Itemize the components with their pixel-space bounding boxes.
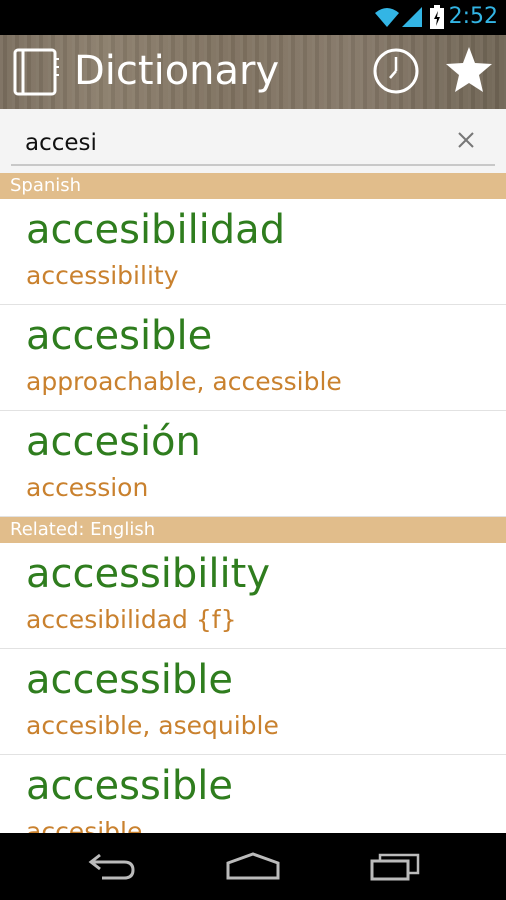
entry-term: accessible [26, 763, 234, 809]
entry-translation: accesible, asequible [26, 711, 279, 740]
list-item[interactable]: accessible accesible, asequible [0, 649, 506, 755]
entry-translation: accessibility [26, 261, 179, 290]
entry-translation: approachable, accessible [26, 367, 342, 396]
close-icon[interactable] [454, 128, 478, 152]
list-item[interactable]: accessibility accesibilidad {f} [0, 543, 506, 649]
list-item[interactable]: accesible approachable, accessible [0, 305, 506, 411]
results-list[interactable]: Spanish accesibilidad accessibility acce… [0, 173, 506, 833]
recent-apps-icon[interactable] [370, 851, 422, 886]
section-header-related-english: Related: English [0, 517, 506, 543]
clock-icon[interactable] [372, 47, 420, 95]
list-item[interactable]: accesibilidad accessibility [0, 199, 506, 305]
search-underline [11, 164, 495, 166]
action-bar: Dictionary [0, 35, 506, 109]
star-icon[interactable] [444, 45, 494, 95]
search-input[interactable] [11, 123, 431, 163]
section-header-spanish: Spanish [0, 173, 506, 199]
entry-translation: accesible [26, 817, 143, 833]
signal-icon [400, 5, 424, 34]
entry-translation: accesibilidad {f} [26, 605, 237, 634]
back-icon[interactable] [88, 851, 136, 886]
status-bar: 2:52 [0, 0, 506, 35]
notebook-icon[interactable] [12, 47, 60, 102]
entry-translation: accession [26, 473, 149, 502]
list-item[interactable]: accesión accession [0, 411, 506, 517]
entry-term: accesión [26, 419, 201, 465]
entry-term: accesible [26, 313, 213, 359]
home-icon[interactable] [226, 851, 280, 886]
navigation-bar [0, 833, 506, 900]
entry-term: accessibility [26, 551, 270, 597]
status-time: 2:52 [448, 4, 498, 29]
entry-term: accessible [26, 657, 234, 703]
list-item[interactable]: accessible accesible [0, 755, 506, 833]
entry-term: accesibilidad [26, 207, 286, 253]
wifi-icon [374, 5, 400, 34]
app-title: Dictionary [74, 48, 280, 94]
battery-charging-icon [430, 5, 444, 34]
